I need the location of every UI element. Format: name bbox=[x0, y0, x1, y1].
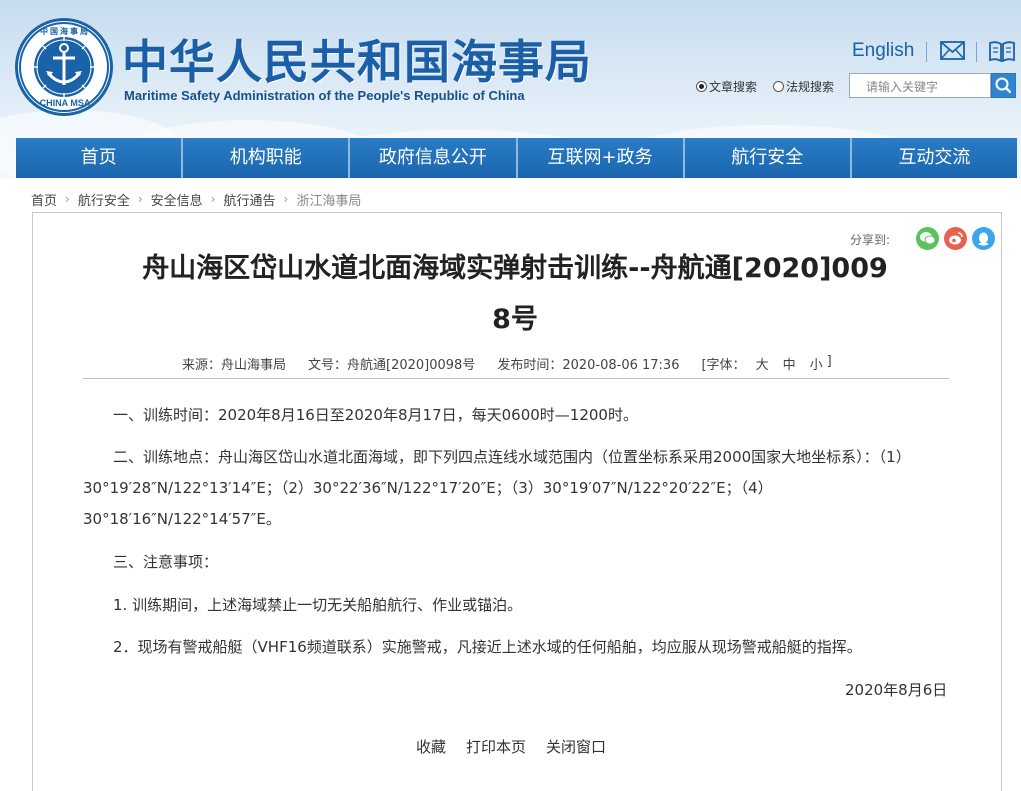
site-subtitle: Maritime Safety Administration of the Pe… bbox=[124, 88, 525, 103]
meta-source: 来源：舟山海事局 bbox=[182, 358, 287, 373]
radio-law-label: 法规搜索 bbox=[786, 80, 835, 94]
nav-item-gov-info[interactable]: 政府信息公开 bbox=[350, 138, 518, 178]
chevron-right-icon: › bbox=[210, 192, 216, 206]
logo-text-top: 中国海事局 bbox=[40, 27, 90, 36]
meta-doc-number: 文号：舟航通[2020]0098号 bbox=[308, 358, 476, 373]
nav-item-home[interactable]: 首页 bbox=[16, 138, 184, 178]
main-nav: 首页 机构职能 政府信息公开 互联网+政务 航行安全 互动交流 bbox=[16, 138, 1018, 178]
breadcrumb-current[interactable]: 浙江海事局 bbox=[296, 190, 361, 209]
font-size-label: [字体： bbox=[701, 358, 746, 373]
divider bbox=[926, 42, 927, 62]
site-header: 中国海事局 CHINA MSA 中华人民共和国海事局 Maritime Safe… bbox=[0, 0, 1021, 178]
nav-item-navigation-safety[interactable]: 航行安全 bbox=[684, 138, 852, 178]
radio-article-label: 文章搜索 bbox=[709, 80, 758, 94]
divider bbox=[976, 42, 977, 62]
site-title: 中华人民共和国海事局 bbox=[122, 35, 592, 89]
article-paragraph: 一、训练时间：2020年8月16日至2020年8月17日，每天0600时—120… bbox=[113, 406, 638, 424]
logo-text-bottom: CHINA MSA bbox=[39, 98, 91, 108]
radio-unselected-icon[interactable] bbox=[773, 81, 784, 92]
article-paragraph: 1. 训练期间，上述海域禁止一切无关船舶航行、作业或锚泊。 bbox=[113, 596, 523, 614]
search-icon bbox=[995, 77, 1012, 94]
article-title: 舟山海区岱山水道北面海域实弹射击训练--舟航通[2020]0098号 bbox=[142, 253, 888, 335]
article-footer-links: 收藏 打印本页 关闭窗口 bbox=[416, 736, 606, 757]
nav-item-internet-gov[interactable]: 互联网+政务 bbox=[517, 138, 685, 178]
breadcrumb-link[interactable]: 航行安全 bbox=[78, 190, 130, 209]
weibo-glyph-icon bbox=[949, 232, 963, 245]
breadcrumb-link[interactable]: 安全信息 bbox=[151, 190, 203, 209]
font-size-end: ] bbox=[826, 354, 832, 369]
chevron-right-icon: › bbox=[65, 192, 70, 206]
book-icon[interactable] bbox=[989, 40, 1015, 62]
font-size-small-button[interactable]: 小 bbox=[810, 354, 823, 373]
nav-item-interaction[interactable]: 互动交流 bbox=[851, 138, 1018, 178]
chevron-right-icon: › bbox=[137, 192, 143, 206]
print-link[interactable]: 打印本页 bbox=[466, 736, 526, 757]
wechat-icon[interactable] bbox=[916, 227, 939, 250]
article-paragraph: 三、注意事项： bbox=[113, 553, 219, 571]
article-date: 2020年8月6日 bbox=[845, 681, 948, 699]
radio-law-search[interactable]: 法规搜索 bbox=[773, 78, 834, 95]
radio-article-search[interactable]: 文章搜索 bbox=[696, 78, 757, 95]
nav-item-functions[interactable]: 机构职能 bbox=[183, 138, 351, 178]
breadcrumb: 首页 › 航行安全 › 安全信息 › 航行通告 › 浙江海事局 bbox=[31, 190, 361, 209]
close-window-link[interactable]: 关闭窗口 bbox=[546, 736, 606, 757]
favorite-link[interactable]: 收藏 bbox=[416, 736, 446, 757]
article-paragraph: 二、训练地点：舟山海区岱山水道北面海域，即下列四点连线水域范围内（位置坐标系采用… bbox=[83, 448, 911, 528]
font-size-large-button[interactable]: 大 bbox=[756, 354, 769, 373]
weibo-icon[interactable] bbox=[944, 227, 967, 250]
breadcrumb-link[interactable]: 航行通告 bbox=[223, 190, 275, 209]
meta-divider bbox=[83, 378, 949, 379]
breadcrumb-link[interactable]: 首页 bbox=[31, 190, 57, 209]
font-size-medium-button[interactable]: 中 bbox=[783, 354, 796, 373]
search-input[interactable]: 请输入关键字 bbox=[849, 73, 991, 98]
chevron-right-icon: › bbox=[283, 192, 289, 206]
english-link[interactable]: English bbox=[852, 40, 914, 62]
radio-selected-icon[interactable] bbox=[696, 81, 707, 92]
msa-logo[interactable]: 中国海事局 CHINA MSA bbox=[15, 18, 113, 116]
mail-icon[interactable] bbox=[940, 41, 965, 60]
meta-publish-time: 发布时间：2020-08-06 17:36 bbox=[497, 358, 680, 373]
qq-icon[interactable] bbox=[972, 227, 995, 250]
article-meta: 来源：舟山海事局 文号：舟航通[2020]0098号 发布时间：2020-08-… bbox=[182, 354, 832, 373]
search-button[interactable] bbox=[991, 73, 1016, 98]
qq-glyph-icon bbox=[978, 232, 989, 246]
wechat-glyph-icon bbox=[920, 232, 936, 245]
article-paragraph: 2．现场有警戒船艇（VHF16频道联系）实施警戒，凡接近上述水域的任何船舶，均应… bbox=[113, 638, 862, 656]
